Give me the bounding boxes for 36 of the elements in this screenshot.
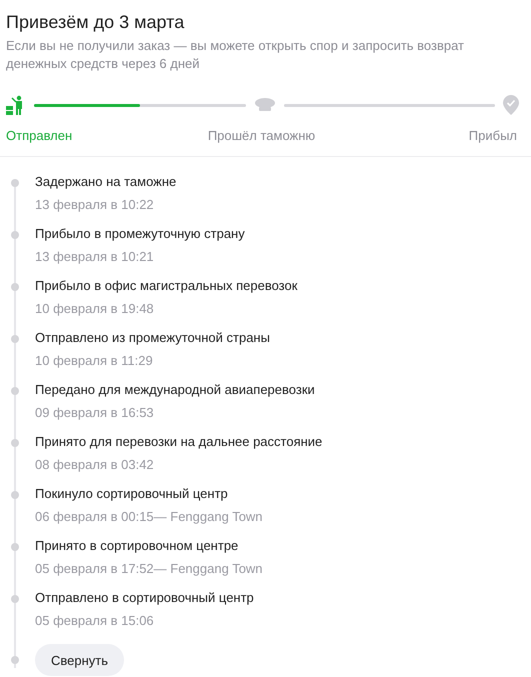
event-status: Отправлено в сортировочный центр — [35, 590, 254, 606]
event-time: 13 февраля в 10:21 — [35, 249, 155, 265]
event-status: Задержано на таможне — [35, 174, 176, 190]
cap-icon — [254, 97, 276, 113]
timeline-dot — [11, 179, 19, 187]
event-time: 13 февраля в 10:22 — [35, 197, 155, 213]
step-label: Прошёл таможню — [208, 128, 316, 143]
event-status: Принято в сортировочном центре — [35, 538, 240, 554]
collapse-button[interactable]: Свернуть — [35, 644, 124, 676]
event-status: Передано для международной авиаперевозки — [35, 382, 315, 398]
step-label: Прибыл — [468, 128, 517, 143]
event-time: 05 февраля в 17:52— Fenggang Town — [35, 561, 263, 577]
timeline-dot — [11, 335, 19, 343]
event-time: 08 февраля в 03:42 — [35, 457, 155, 473]
event-status: Принято для перевозки на дальнее расстояние — [35, 434, 322, 450]
timeline-dot — [11, 231, 19, 239]
event-status: Прибыло в офис магистральных перевозок — [35, 278, 298, 294]
event-time: 05 февраля в 15:06 — [35, 613, 155, 629]
refund-note: Если вы не получили заказ — вы можете открыть спор и запросить возврат денежных средств через 6 дней — [6, 37, 466, 73]
timeline-dot — [11, 387, 19, 395]
location-check-icon — [503, 95, 519, 115]
event-time: 10 февраля в 11:29 — [35, 353, 154, 369]
timeline-dot — [11, 543, 19, 551]
event-time: 10 февраля в 19:48 — [35, 301, 155, 317]
event-status: Отправлено из промежуточной страны — [35, 330, 270, 346]
step-label: Отправлен — [6, 128, 72, 143]
timeline-dot — [11, 491, 19, 499]
event-status: Покинуло сортировочный центр — [35, 486, 229, 502]
event-time: 09 февраля в 16:53 — [35, 405, 155, 421]
timeline-dot — [11, 656, 19, 664]
timeline-dot — [11, 283, 19, 291]
timeline-dot — [11, 595, 19, 603]
event-status: Прибыло в промежуточную страну — [35, 226, 245, 242]
event-time: 06 февраля в 00:15— Fenggang Town — [35, 509, 263, 525]
timeline-dot — [11, 439, 19, 447]
delivery-title: Привезём до 3 марта — [6, 11, 186, 34]
